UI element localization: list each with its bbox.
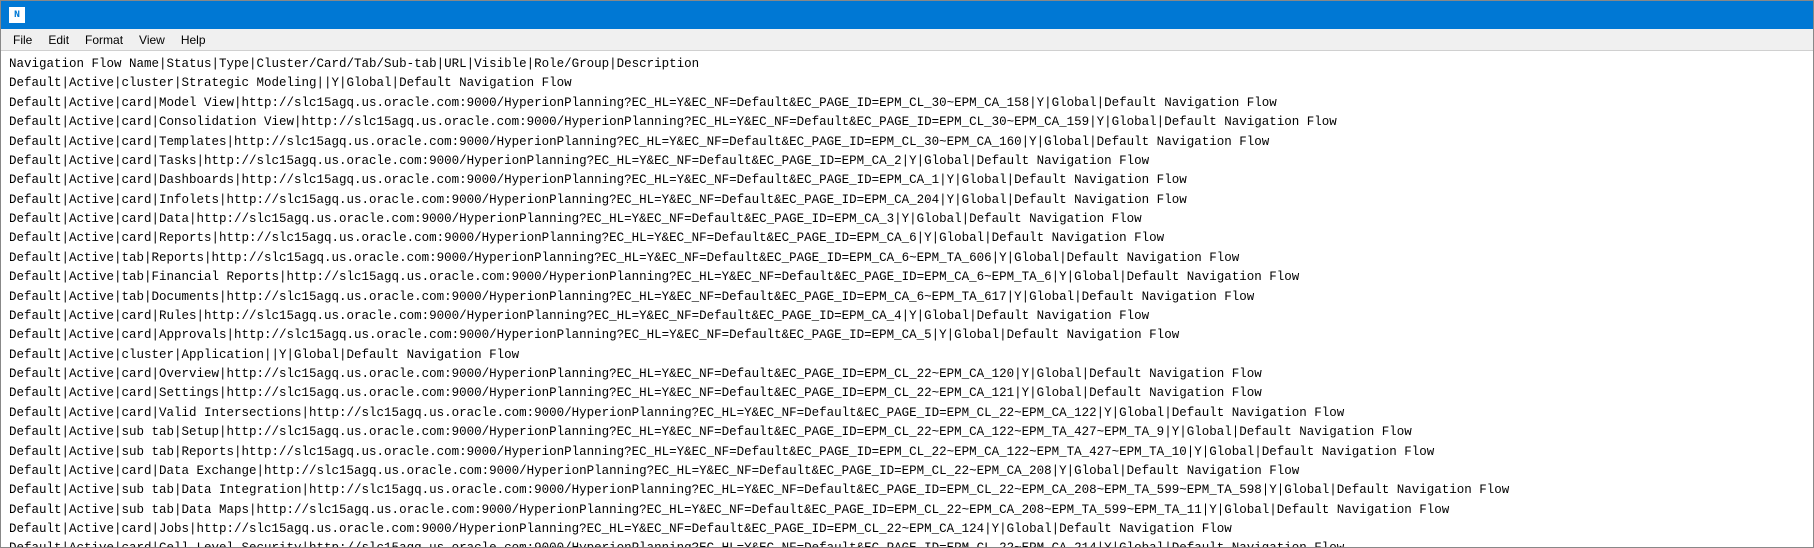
title-bar-left: N	[9, 7, 31, 23]
text-content: Navigation Flow Name|Status|Type|Cluster…	[9, 55, 1805, 547]
minimize-button[interactable]	[1673, 1, 1717, 29]
window-controls	[1673, 1, 1805, 29]
close-button[interactable]	[1761, 1, 1805, 29]
menu-help[interactable]: Help	[173, 31, 214, 49]
notepad-window: N File Edit Format View Help Navigation …	[0, 0, 1814, 548]
menu-format[interactable]: Format	[77, 31, 131, 49]
menu-edit[interactable]: Edit	[40, 31, 77, 49]
text-editor-area[interactable]: Navigation Flow Name|Status|Type|Cluster…	[1, 51, 1813, 547]
maximize-button[interactable]	[1717, 1, 1761, 29]
menu-bar: File Edit Format View Help	[1, 29, 1813, 51]
menu-file[interactable]: File	[5, 31, 40, 49]
title-bar: N	[1, 1, 1813, 29]
notepad-icon: N	[9, 7, 25, 23]
menu-view[interactable]: View	[131, 31, 173, 49]
